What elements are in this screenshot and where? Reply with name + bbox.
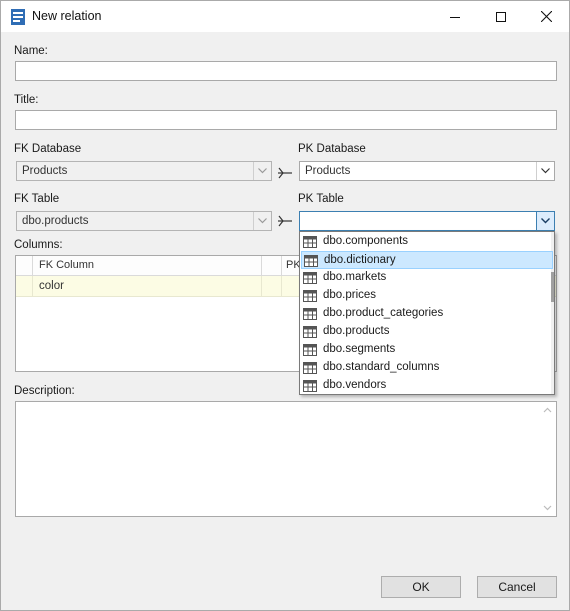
- dropdown-option[interactable]: dbo.product_categories: [301, 305, 553, 323]
- columns-label: Columns:: [14, 239, 63, 251]
- dropdown-option[interactable]: dbo.products: [301, 323, 553, 341]
- table-icon: [303, 362, 317, 374]
- app-icon: [11, 9, 25, 25]
- title-input[interactable]: [15, 110, 557, 130]
- chevron-down-icon: [253, 162, 271, 180]
- fk-column-cell[interactable]: color: [39, 280, 64, 292]
- pk-table-dropdown-list[interactable]: dbo.components dbo.dictionary dbo.markets d…: [299, 231, 555, 395]
- dropdown-option[interactable]: dbo.dictionary: [301, 251, 553, 269]
- new-relation-dialog: New relation Name: Title: FK Database Pr…: [0, 0, 570, 611]
- grid-separator: [32, 276, 33, 297]
- chevron-down-icon: [536, 162, 554, 180]
- name-label: Name:: [14, 45, 48, 57]
- dropdown-option[interactable]: dbo.standard_columns: [301, 359, 553, 377]
- grid-separator: [32, 256, 33, 276]
- pk-table-label: PK Table: [298, 193, 344, 205]
- ok-button[interactable]: OK: [381, 576, 461, 598]
- dropdown-option-label: dbo.markets: [323, 271, 387, 283]
- pk-table-select[interactable]: [299, 211, 555, 231]
- minimize-icon: [450, 16, 460, 18]
- table-icon: [303, 326, 317, 338]
- dropdown-option-label: dbo.prices: [323, 289, 377, 301]
- fk-table-label: FK Table: [14, 193, 60, 205]
- dropdown-option-label: dbo.components: [323, 235, 409, 247]
- minimize-button[interactable]: [432, 1, 478, 32]
- description-label: Description:: [14, 385, 75, 397]
- dropdown-option[interactable]: dbo.segments: [301, 341, 553, 359]
- table-icon: [303, 236, 317, 248]
- title-bar[interactable]: New relation: [1, 1, 569, 32]
- pk-database-label: PK Database: [298, 143, 366, 155]
- scroll-down-icon[interactable]: [543, 503, 552, 512]
- description-scrollbar[interactable]: [539, 402, 556, 516]
- chevron-down-icon: [536, 212, 554, 230]
- dropdown-option[interactable]: dbo.markets: [301, 269, 553, 287]
- maximize-button[interactable]: [478, 1, 524, 32]
- relation-link-icon: [278, 167, 292, 179]
- dropdown-option[interactable]: dbo.components: [301, 233, 553, 251]
- fk-database-label: FK Database: [14, 143, 82, 155]
- scroll-up-icon[interactable]: [543, 406, 552, 415]
- fk-table-value: dbo.products: [22, 215, 89, 227]
- table-icon: [303, 344, 317, 356]
- maximize-icon: [496, 11, 506, 22]
- window-title: New relation: [32, 9, 102, 23]
- pk-database-value: Products: [305, 165, 351, 177]
- grid-separator: [281, 256, 282, 276]
- table-icon: [303, 290, 317, 302]
- dropdown-option[interactable]: dbo.prices: [301, 287, 553, 305]
- relation-link-icon: [278, 215, 292, 227]
- grid-separator: [261, 256, 262, 276]
- title-label: Title:: [14, 94, 39, 106]
- grid-separator: [261, 276, 262, 297]
- cancel-button[interactable]: Cancel: [477, 576, 557, 598]
- dropdown-option-label: dbo.vendors: [323, 379, 387, 391]
- dropdown-option-label: dbo.dictionary: [324, 254, 396, 266]
- dropdown-option-label: dbo.product_categories: [323, 307, 444, 319]
- fk-database-value: Products: [22, 165, 68, 177]
- table-icon: [303, 380, 317, 392]
- table-icon: [303, 272, 317, 284]
- name-input[interactable]: [15, 61, 557, 81]
- description-textarea[interactable]: [15, 401, 557, 517]
- close-icon: [540, 11, 552, 22]
- chevron-down-icon: [253, 212, 271, 230]
- fk-column-header[interactable]: FK Column: [39, 256, 94, 276]
- table-icon: [304, 255, 318, 267]
- fk-database-select[interactable]: Products: [16, 161, 272, 181]
- dropdown-option-label: dbo.standard_columns: [323, 361, 440, 373]
- dropdown-option-label: dbo.segments: [323, 343, 396, 355]
- fk-table-select[interactable]: dbo.products: [16, 211, 272, 231]
- pk-database-select[interactable]: Products: [299, 161, 555, 181]
- dropdown-option-label: dbo.products: [323, 325, 390, 337]
- table-icon: [303, 308, 317, 320]
- dropdown-option[interactable]: dbo.vendors: [301, 377, 553, 395]
- grid-separator: [281, 276, 282, 297]
- close-button[interactable]: [523, 1, 569, 32]
